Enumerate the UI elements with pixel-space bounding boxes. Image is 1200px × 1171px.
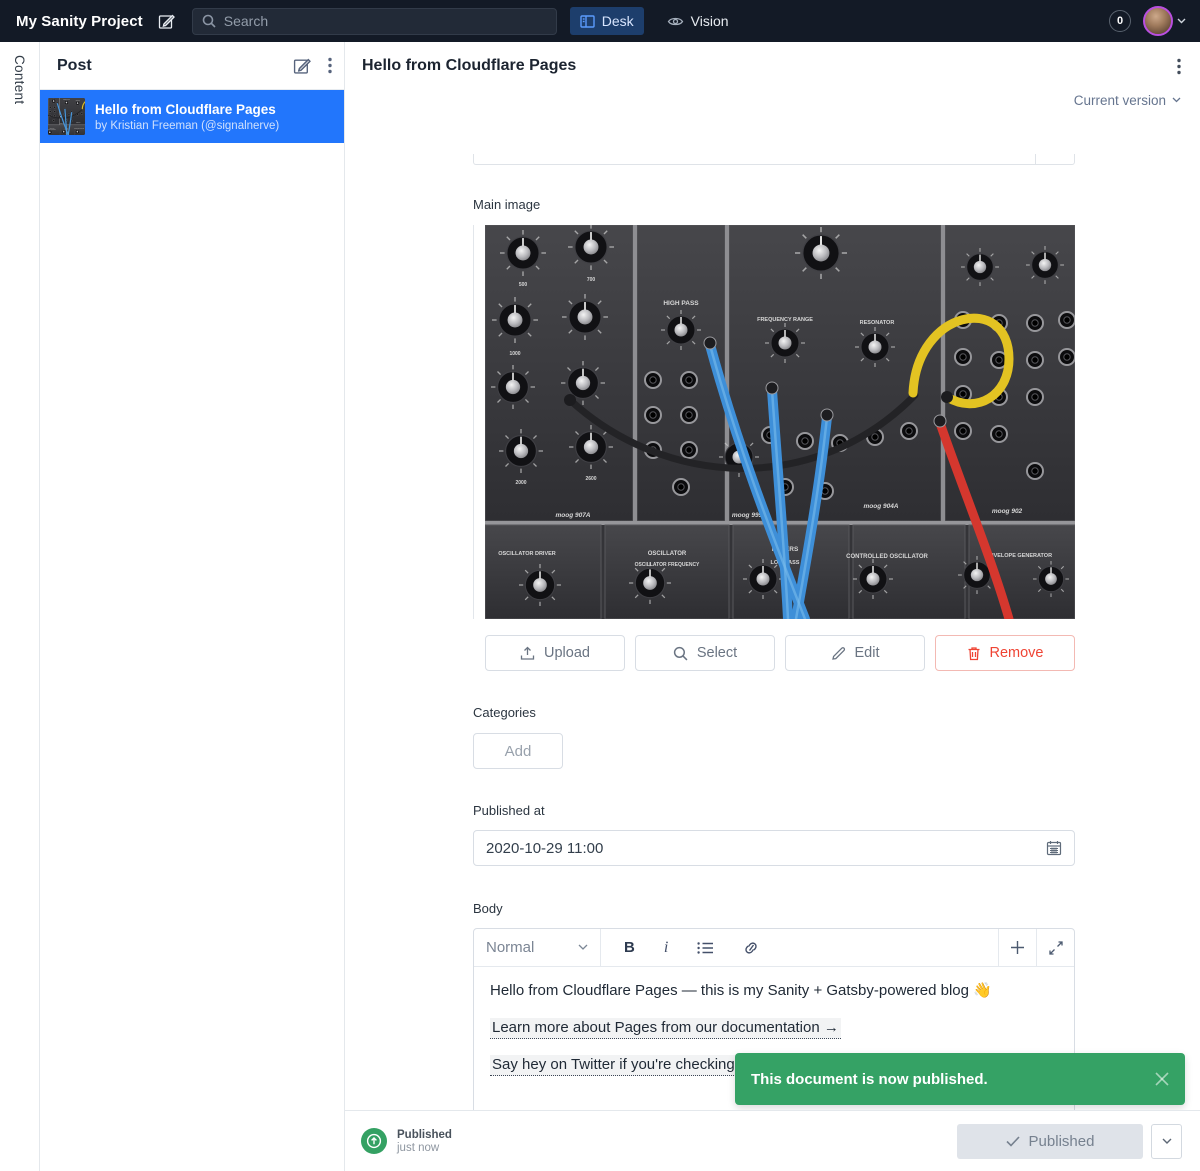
eye-icon	[667, 14, 684, 29]
toast-message: This document is now published.	[751, 1071, 988, 1088]
style-select-value: Normal	[486, 939, 534, 956]
search-icon	[202, 14, 216, 28]
list-menu-dots-icon[interactable]	[328, 57, 332, 74]
content-rail-label: Content	[12, 55, 27, 1171]
notifications-badge[interactable]: 0	[1109, 10, 1131, 32]
list-item-thumbnail	[48, 98, 85, 135]
body-paragraph[interactable]: Hello from Cloudflare Pages — this is my…	[490, 980, 1058, 1002]
add-button-label: Add	[505, 743, 532, 760]
top-navbar: My Sanity Project Search Desk Vision 0	[0, 0, 1200, 42]
document-footer: Published just now Published	[345, 1110, 1200, 1171]
plus-icon	[1010, 940, 1025, 955]
bullet-list-button[interactable]	[697, 941, 714, 955]
publish-status-icon	[361, 1128, 387, 1154]
published-at-value: 2020-10-29 11:00	[486, 840, 603, 857]
search-input[interactable]: Search	[192, 8, 557, 35]
list-panel-header: Post	[40, 42, 344, 90]
style-select[interactable]: Normal	[474, 929, 601, 966]
tab-desk[interactable]: Desk	[570, 7, 644, 35]
tab-vision-label: Vision	[691, 13, 729, 29]
remove-button[interactable]: Remove	[935, 635, 1075, 671]
editor-toolbar: Normal B i	[474, 929, 1074, 967]
expand-icon	[1049, 941, 1063, 955]
list-item-title: Hello from Cloudflare Pages	[95, 102, 279, 118]
publish-menu-button[interactable]	[1151, 1124, 1182, 1159]
version-selector[interactable]: Current version	[345, 90, 1200, 110]
notifications-count: 0	[1117, 15, 1123, 27]
document-title: Hello from Cloudflare Pages	[362, 57, 576, 75]
close-icon[interactable]	[1155, 1072, 1169, 1086]
body-link[interactable]: Learn more about Pages from our document…	[490, 1018, 841, 1039]
main-image-preview[interactable]	[473, 225, 1075, 619]
categories-label: Categories	[473, 705, 1075, 721]
chevron-down-icon	[1162, 1138, 1172, 1145]
add-category-button[interactable]: Add	[473, 733, 563, 769]
sanity-studio-app: My Sanity Project Search Desk Vision 0 C…	[0, 0, 1200, 1171]
document-list-panel: Post Hello from Cloudflare Pages by Kris	[40, 42, 345, 1171]
select-button-label: Select	[697, 645, 737, 661]
publish-button-label: Published	[1029, 1133, 1095, 1150]
publish-status-title: Published	[397, 1128, 452, 1142]
body-label: Body	[473, 901, 1075, 917]
content-rail[interactable]: Content	[0, 42, 40, 1171]
published-at-input[interactable]: 2020-10-29 11:00	[473, 830, 1075, 866]
edit-button-label: Edit	[855, 645, 880, 661]
chevron-down-icon	[578, 944, 588, 951]
document-menu-dots-icon[interactable]	[1177, 58, 1181, 75]
version-label: Current version	[1074, 93, 1166, 108]
published-at-label: Published at	[473, 803, 1075, 819]
tab-desk-label: Desk	[602, 13, 634, 29]
desk-icon	[580, 14, 595, 29]
new-document-icon[interactable]	[158, 13, 175, 30]
document-scroll-area[interactable]: Main image Upload Select	[345, 152, 1200, 1110]
main-image	[485, 225, 1075, 619]
main-image-label: Main image	[473, 197, 1075, 213]
check-icon	[1006, 1136, 1020, 1147]
magnifier-icon	[673, 646, 688, 661]
project-title: My Sanity Project	[16, 13, 143, 30]
create-new-icon[interactable]	[293, 57, 311, 75]
chevron-down-icon	[1172, 97, 1181, 103]
expand-editor-button[interactable]	[1036, 929, 1074, 966]
slug-field-partial[interactable]	[473, 154, 1075, 165]
field-change-bar	[473, 225, 474, 619]
publish-status-time: just now	[397, 1142, 452, 1155]
publish-button[interactable]: Published	[957, 1124, 1143, 1159]
list-item-subtitle: by Kristian Freeman (@signalnerve)	[95, 120, 279, 132]
calendar-icon[interactable]	[1046, 840, 1062, 856]
search-placeholder: Search	[224, 13, 268, 29]
success-toast: This document is now published.	[735, 1053, 1185, 1105]
list-panel-title: Post	[57, 57, 92, 75]
tab-vision[interactable]: Vision	[657, 7, 739, 35]
link-button[interactable]	[743, 941, 759, 955]
avatar[interactable]	[1143, 6, 1173, 36]
insert-block-button[interactable]	[998, 929, 1036, 966]
remove-button-label: Remove	[990, 645, 1044, 661]
pencil-icon	[831, 646, 846, 661]
upload-icon	[520, 646, 535, 661]
edit-button[interactable]: Edit	[785, 635, 925, 671]
upload-button-label: Upload	[544, 645, 590, 661]
document-pane: Hello from Cloudflare Pages Current vers…	[345, 42, 1200, 1171]
select-button[interactable]: Select	[635, 635, 775, 671]
upload-button[interactable]: Upload	[485, 635, 625, 671]
document-header: Hello from Cloudflare Pages	[345, 42, 1200, 90]
user-menu-chevron-icon[interactable]	[1177, 18, 1186, 24]
trash-icon	[967, 646, 981, 661]
italic-button[interactable]: i	[664, 939, 668, 957]
bold-button[interactable]: B	[624, 939, 635, 956]
list-item-post[interactable]: Hello from Cloudflare Pages by Kristian …	[40, 90, 344, 143]
